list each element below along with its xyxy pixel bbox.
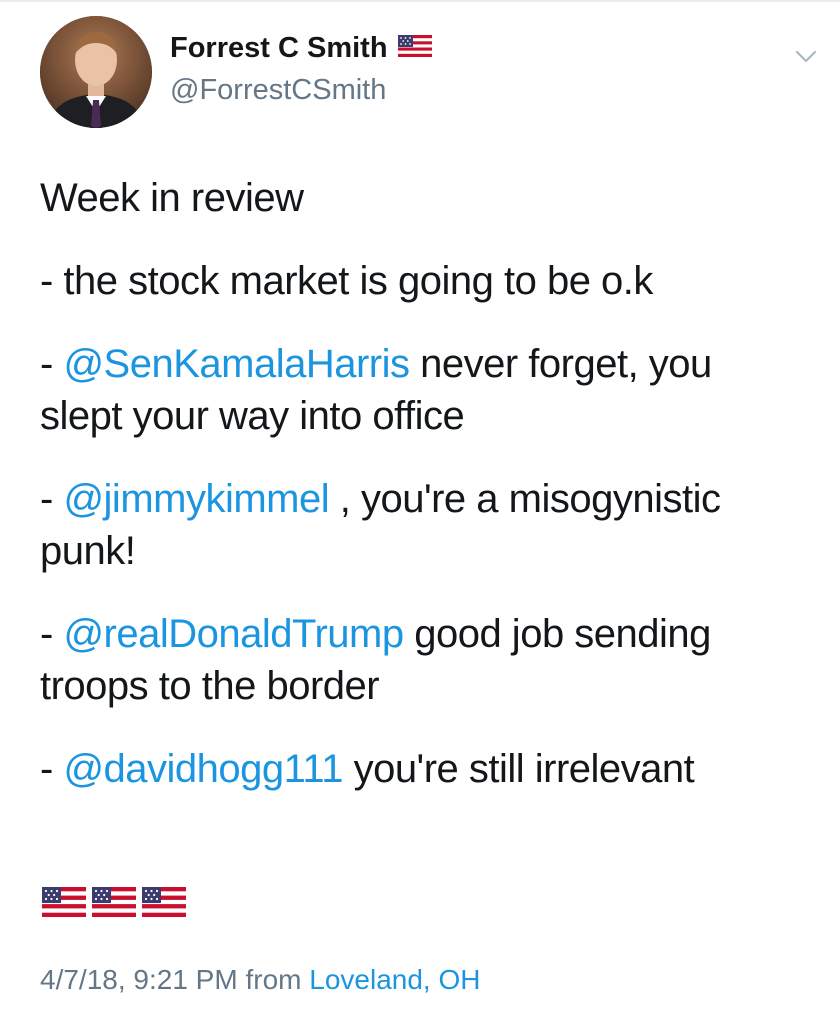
line-prefix: - [40, 477, 64, 521]
line-text: good job sending [403, 612, 711, 656]
tweet-line-2: - @SenKamalaHarris never forget, you sle… [40, 338, 830, 442]
us-flag-icon [397, 35, 432, 62]
us-flag-icon [42, 887, 86, 917]
line-text-cont: slept your way into office [40, 394, 465, 438]
us-flag-icon [92, 887, 136, 917]
display-name[interactable]: Forrest C Smith [170, 32, 388, 65]
tweet-meta: 4/7/18, 9:21 PM from Loveland, OH [40, 964, 480, 996]
user-handle[interactable]: @ForrestCSmith [170, 74, 386, 107]
line-text-cont: punk! [40, 529, 136, 573]
line-text: you're still irrelevant [342, 747, 695, 791]
line-text: never forget, you [409, 342, 712, 386]
tweet-line-4: - @realDonaldTrump good job sending troo… [40, 608, 830, 712]
avatar[interactable] [40, 16, 152, 128]
timestamp[interactable]: 4/7/18, 9:21 PM [40, 964, 238, 995]
line-text: , you're a misogynistic [329, 477, 721, 521]
tweet-line-title: Week in review [40, 176, 304, 220]
from-label: from [245, 964, 302, 995]
us-flag-icon [142, 887, 186, 917]
mention-link[interactable]: @davidhogg111 [63, 747, 343, 791]
location-link[interactable]: Loveland, OH [309, 964, 480, 995]
tweet-header: Forrest C Smith @ForrestCSmith [40, 16, 820, 131]
tweet-line-3: - @jimmykimmel , you're a misogynistic p… [40, 473, 830, 577]
line-text-cont: troops to the border [40, 664, 380, 708]
name-row: Forrest C Smith [170, 32, 432, 65]
mention-link[interactable]: @SenKamalaHarris [63, 342, 410, 386]
tweet-line-1: - the stock market is going to be o.k [40, 259, 653, 303]
top-divider [0, 0, 840, 2]
tweet-line-5: - @davidhogg111 you're still irrelevant [40, 743, 830, 795]
chevron-down-icon[interactable] [792, 42, 820, 70]
line-prefix: - [40, 342, 64, 386]
line-prefix: - [40, 747, 64, 791]
mention-link[interactable]: @realDonaldTrump [63, 612, 404, 656]
emoji-flags [42, 887, 186, 917]
mention-link[interactable]: @jimmykimmel [63, 477, 329, 521]
tweet-text: Week in review - the stock market is goi… [40, 172, 830, 826]
line-prefix: - [40, 612, 64, 656]
